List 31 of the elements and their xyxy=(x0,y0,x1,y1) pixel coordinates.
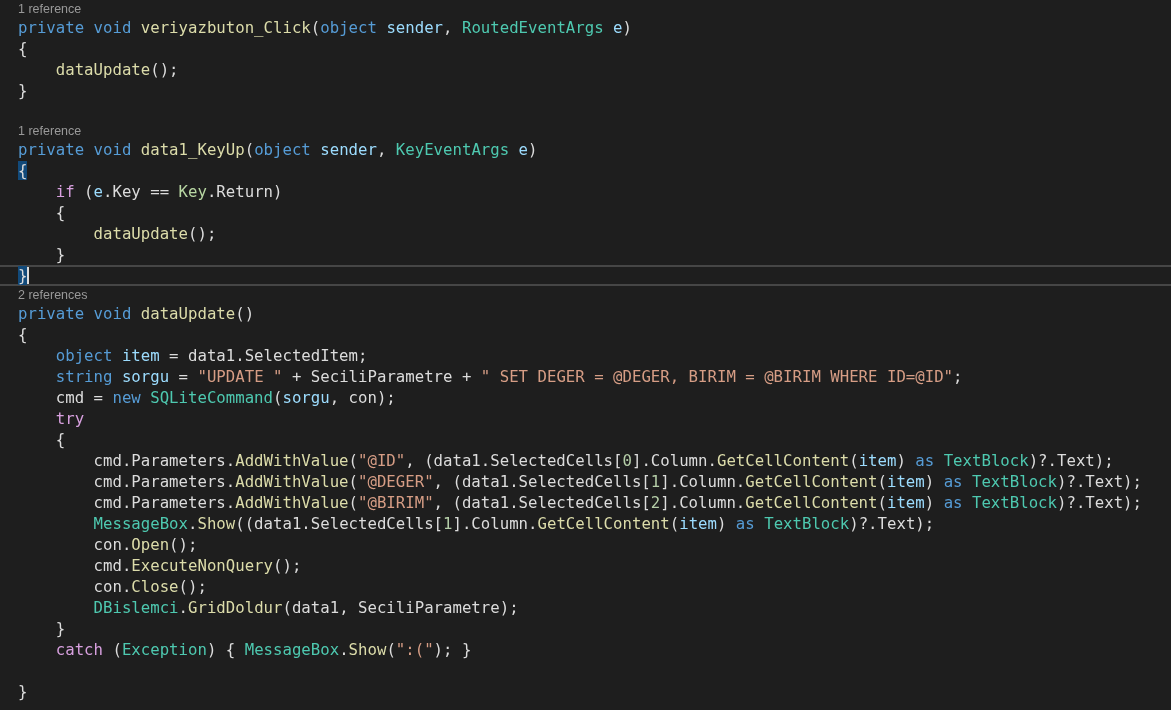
code-line: { xyxy=(55,203,66,222)
code-line: private void data1_KeyUp(object sender, KeyEventArgs e) xyxy=(18,140,538,159)
code-line: con.Close(); xyxy=(93,577,207,596)
code-line: object item = data1.SelectedItem; xyxy=(55,346,368,365)
code-line: } xyxy=(18,682,28,701)
code-line: } xyxy=(55,245,66,264)
code-line: { xyxy=(18,39,28,58)
code-line: dataUpdate(); xyxy=(55,60,179,79)
reference-count-link[interactable]: 1 reference xyxy=(18,123,82,138)
code-line: cmd.Parameters.AddWithValue("@BIRIM", (data1.SelectedCells[2].Column.GetCellContent(item) as TextBlock)?.Text); xyxy=(93,493,1142,512)
text-cursor xyxy=(27,267,30,284)
code-line: } xyxy=(55,619,66,638)
code-line: catch (Exception) { MessageBox.Show(":("); } xyxy=(55,640,472,659)
code-line: cmd = new SQLiteCommand(sorgu, con); xyxy=(55,388,396,407)
code-line: if (e.Key == Key.Return) xyxy=(55,182,283,201)
code-line: MessageBox.Show((data1.SelectedCells[1].Column.GetCellContent(item) as TextBlock)?.Text); xyxy=(93,514,935,533)
reference-count-link[interactable]: 1 reference xyxy=(18,1,82,16)
code-line: dataUpdate(); xyxy=(93,224,217,243)
code-line: private void veriyazbuton_Click(object sender, RoutedEventArgs e) xyxy=(18,18,632,37)
code-line: } xyxy=(18,81,28,100)
code-line: con.Open(); xyxy=(93,535,198,554)
code-line: try xyxy=(55,409,85,428)
code-line: string sorgu = "UPDATE " + SeciliParametre + " SET DEGER = @DEGER, BIRIM = @BIRIM WHERE ID=@ID"; xyxy=(55,367,963,386)
code-line: cmd.Parameters.AddWithValue("@ID", (data1.SelectedCells[0].Column.GetCellContent(item) as TextBlock)?.Text); xyxy=(93,451,1114,470)
reference-count-link[interactable]: 2 references xyxy=(18,287,88,302)
code-line: { xyxy=(18,325,28,344)
code-line: private void dataUpdate() xyxy=(18,304,255,323)
code-line: DBislemci.GridDoldur(data1, SeciliParametre); xyxy=(93,598,519,617)
code-line: cmd.Parameters.AddWithValue("@DEGER", (data1.SelectedCells[1].Column.GetCellContent(item) as TextBlock)?.Text); xyxy=(93,472,1142,491)
code-line: cmd.ExecuteNonQuery(); xyxy=(93,556,302,575)
code-line: { xyxy=(55,430,66,449)
